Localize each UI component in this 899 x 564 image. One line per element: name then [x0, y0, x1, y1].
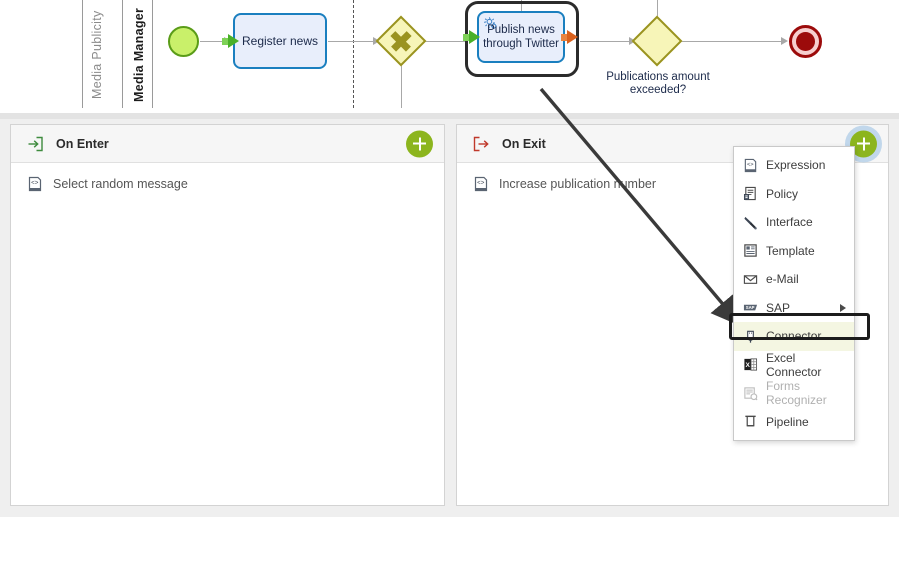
panel-on-exit-title: On Exit	[502, 136, 546, 151]
expression-icon: <>	[473, 176, 489, 192]
menu-item-forms-recognizer[interactable]: Forms Recognizer	[734, 379, 854, 408]
expression-icon: <>	[27, 176, 43, 192]
task-exit-arrow	[567, 30, 578, 44]
bpmn-diagram: Media Publicity Media Manager Register n…	[0, 0, 899, 113]
svg-text:<>: <>	[477, 180, 485, 187]
sequence-flow	[401, 60, 402, 108]
svg-text:<>: <>	[31, 180, 39, 187]
chevron-right-icon	[840, 303, 846, 312]
list-item-label: Select random message	[53, 177, 188, 191]
task-entry-arrow	[228, 34, 239, 48]
sequence-flow-arrow	[781, 37, 788, 45]
menu-item-connector[interactable]: Connector	[734, 322, 854, 351]
dialog-footer: OK Cancel	[0, 517, 899, 564]
add-on-enter-action-button[interactable]	[406, 130, 433, 157]
menu-item-label: Forms Recognizer	[766, 379, 827, 408]
sequence-flow	[676, 41, 786, 42]
bpmn-end-event[interactable]	[789, 25, 822, 58]
swimlane-label-media-manager: Media Manager	[132, 7, 146, 103]
panel-on-enter-header: On Enter	[11, 125, 444, 163]
task-label: Publish news through Twitter	[483, 24, 559, 50]
arrow-out-of-bracket-icon	[473, 136, 490, 152]
menu-item-label: e-Mail	[766, 272, 799, 287]
list-item[interactable]: <> Select random message	[11, 172, 444, 196]
sequence-flow	[420, 41, 465, 42]
lane-dashed-divider	[353, 0, 354, 108]
panel-on-enter-list: <> Select random message	[11, 163, 444, 196]
menu-item-template[interactable]: Template	[734, 237, 854, 266]
excel-icon: X	[742, 357, 758, 373]
menu-item-policy[interactable]: Policy	[734, 180, 854, 209]
lane-divider	[82, 0, 83, 108]
menu-item-sap[interactable]: SAP SAP	[734, 294, 854, 323]
sequence-flow	[328, 41, 376, 42]
bpmn-start-event[interactable]	[168, 26, 199, 57]
plus-icon	[418, 137, 421, 150]
connector-icon	[742, 328, 758, 344]
menu-item-expression[interactable]: <> Expression	[734, 151, 854, 180]
context-menu[interactable]: <> Expression Policy Interface Template …	[733, 146, 855, 441]
svg-text:<>: <>	[746, 162, 753, 168]
menu-item-label: Policy	[766, 186, 799, 201]
plus-icon	[862, 137, 865, 150]
bpmn-exclusive-gateway[interactable]	[631, 15, 683, 67]
sap-icon: SAP	[742, 300, 758, 316]
bpmn-task-publish-news-twitter[interactable]: Publish news through Twitter	[477, 11, 565, 63]
menu-item-label: Excel Connector	[766, 350, 822, 379]
swimlane-label-media-publicity: Media Publicity	[90, 10, 104, 100]
menu-item-pipeline[interactable]: Pipeline	[734, 408, 854, 437]
sequence-flow	[580, 41, 632, 42]
pipeline-icon	[742, 414, 758, 430]
arrow-into-bracket-icon	[27, 136, 44, 152]
svg-text:SAP: SAP	[745, 305, 754, 310]
gateway-label: Publications amount exceeded?	[606, 71, 710, 96]
lane-divider	[152, 0, 153, 108]
menu-item-label: Template	[766, 243, 815, 258]
bpmn-task-register-news[interactable]: Register news	[233, 13, 327, 69]
bpmn-parallel-gateway[interactable]	[375, 15, 427, 67]
menu-item-label: Connector	[766, 329, 822, 344]
menu-item-label: Expression	[766, 158, 826, 173]
panel-on-enter: On Enter <> Select random message	[10, 124, 445, 506]
template-icon	[742, 243, 758, 259]
svg-text:X: X	[745, 362, 750, 369]
email-icon	[742, 271, 758, 287]
interface-icon	[742, 214, 758, 230]
menu-item-excel-connector[interactable]: X Excel Connector	[734, 351, 854, 380]
lane-divider	[122, 0, 123, 108]
menu-item-label: SAP	[766, 300, 791, 315]
task-label: Register news	[241, 34, 319, 48]
menu-item-label: Interface	[766, 215, 813, 230]
menu-item-label: Pipeline	[766, 414, 809, 429]
forms-recognizer-icon	[742, 385, 758, 401]
menu-item-email[interactable]: e-Mail	[734, 265, 854, 294]
policy-icon	[742, 186, 758, 202]
expression-icon: <>	[742, 157, 758, 173]
list-item-label: Increase publication number	[499, 177, 657, 191]
app-root: Media Publicity Media Manager Register n…	[0, 0, 899, 564]
menu-item-interface[interactable]: Interface	[734, 208, 854, 237]
panel-on-enter-title: On Enter	[56, 136, 109, 151]
